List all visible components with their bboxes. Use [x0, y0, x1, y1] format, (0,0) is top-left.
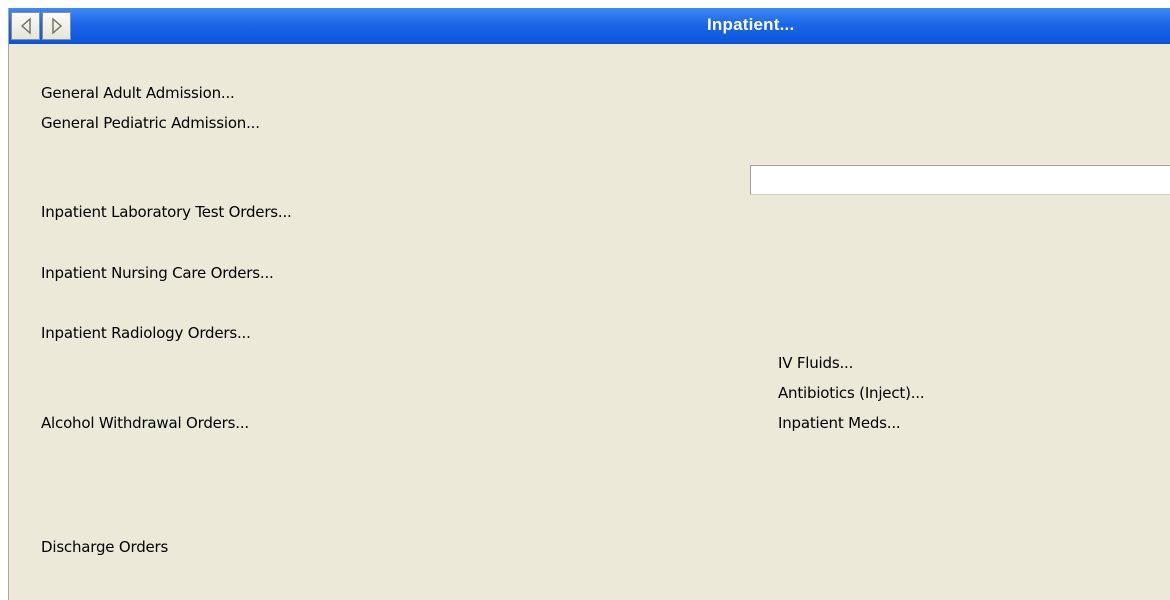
back-button[interactable]	[11, 12, 40, 40]
link-alcohol-withdrawal-orders[interactable]: Alcohol Withdrawal Orders...	[41, 414, 249, 432]
inpatient-window: Inpatient... General Adult Admission... …	[8, 8, 1170, 600]
window-title: Inpatient...	[707, 15, 795, 34]
triangle-left-icon	[20, 17, 31, 35]
link-iv-fluids[interactable]: IV Fluids...	[778, 354, 853, 372]
link-inpatient-nursing-care-orders[interactable]: Inpatient Nursing Care Orders...	[41, 264, 274, 282]
link-general-pediatric-admission[interactable]: General Pediatric Admission...	[41, 114, 260, 132]
forward-button[interactable]	[42, 12, 71, 40]
link-discharge-orders[interactable]: Discharge Orders	[41, 538, 168, 556]
nav-buttons	[11, 12, 73, 40]
title-bar: Inpatient...	[9, 8, 1170, 44]
text-input[interactable]	[750, 165, 1170, 195]
link-inpatient-meds[interactable]: Inpatient Meds...	[778, 414, 901, 432]
link-inpatient-radiology-orders[interactable]: Inpatient Radiology Orders...	[41, 324, 251, 342]
link-general-adult-admission[interactable]: General Adult Admission...	[41, 84, 235, 102]
link-antibiotics-inject[interactable]: Antibiotics (Inject)...	[778, 384, 925, 402]
link-inpatient-laboratory-test-orders[interactable]: Inpatient Laboratory Test Orders...	[41, 203, 292, 221]
triangle-right-icon	[51, 17, 62, 35]
